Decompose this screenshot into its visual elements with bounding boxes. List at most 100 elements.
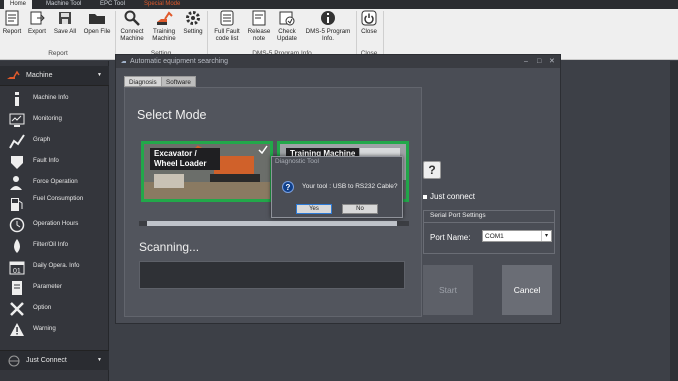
maximize-icon[interactable]: □ <box>537 55 541 68</box>
sidebar-item-label: Monitoring <box>33 115 62 122</box>
export-icon <box>28 10 46 26</box>
training-machine-label: Training Machine <box>152 28 176 42</box>
sidebar-header-machine[interactable]: Machine ▼ <box>0 66 109 86</box>
scanning-label: Scanning... <box>139 240 200 254</box>
sidebar-item-label: Operation Hours <box>33 220 79 227</box>
report-label: Report <box>2 28 22 35</box>
sidebar-item-label: Fuel Consumption <box>33 195 84 202</box>
setting-label: Setting <box>183 28 203 35</box>
sidebar-footer-label: Just Connect <box>26 357 67 364</box>
globe-icon <box>8 355 20 367</box>
release-note-button[interactable]: Release note <box>246 10 272 42</box>
chevron-down-icon[interactable]: ▾ <box>541 231 551 241</box>
sidebar-footer-just-connect[interactable]: Just Connect ▼ <box>0 350 109 370</box>
scrollbar-thumb[interactable] <box>147 221 397 226</box>
open-file-label: Open File <box>83 28 111 35</box>
cancel-button[interactable]: Cancel <box>502 265 552 315</box>
group-divider <box>207 11 208 58</box>
note-icon <box>250 10 268 26</box>
gear-icon <box>184 10 202 26</box>
power-icon <box>360 10 378 26</box>
no-button[interactable]: No <box>342 204 378 214</box>
clock-icon <box>9 217 25 233</box>
sidebar-item-fuel-consumption[interactable]: Fuel Consumption <box>0 194 109 214</box>
start-button[interactable]: Start <box>423 265 473 315</box>
magnifier-icon <box>123 10 141 26</box>
save-icon <box>56 10 74 26</box>
select-mode-title: Select Mode <box>137 108 207 122</box>
just-connect-checkbox[interactable]: Just connect <box>423 192 475 201</box>
sidebar-item-label: Fault Info <box>33 157 59 164</box>
setting-button[interactable]: Setting <box>182 10 204 35</box>
sidebar-item-daily-opera-info[interactable]: 01 Daily Opera. Info <box>0 257 109 277</box>
training-machine-button[interactable]: Training Machine <box>150 10 178 42</box>
sidebar-item-label: Parameter <box>33 283 62 290</box>
dialog-message: Your tool : USB to RS232 Cable? <box>302 183 398 190</box>
mode-card-label: Excavator / Wheel Loader <box>150 148 220 170</box>
report-icon <box>3 10 21 26</box>
minimize-icon[interactable]: – <box>524 55 528 68</box>
checkmark-icon <box>258 145 268 154</box>
close-label: Close <box>361 28 377 35</box>
export-label: Export <box>28 28 46 35</box>
tools-icon <box>10 302 24 316</box>
calendar-icon: 01 <box>9 261 25 275</box>
connect-machine-button[interactable]: Connect Machine <box>118 10 146 42</box>
right-edge-panel <box>670 61 678 381</box>
full-fault-code-list-button[interactable]: Full Fault code list <box>210 10 244 42</box>
sidebar-header-label: Machine <box>26 72 53 79</box>
window-title: Automatic equipment searching <box>130 58 229 65</box>
mode-scrollbar[interactable] <box>139 221 409 226</box>
folder-icon <box>88 10 106 26</box>
fuel-icon <box>11 198 23 211</box>
sidebar-item-monitoring[interactable]: Monitoring <box>0 110 109 130</box>
sidebar-item-warning[interactable]: Warning <box>0 320 109 340</box>
tab-special-mode[interactable]: Special Mode <box>138 0 186 9</box>
group-divider <box>383 11 384 58</box>
sidebar-item-label: Filter/Oil Info <box>33 241 69 248</box>
info-icon <box>319 10 337 26</box>
sidebar-item-fault-info[interactable]: Fault Info <box>0 152 109 172</box>
app-icon <box>121 61 126 63</box>
checkbox-square[interactable] <box>423 194 427 199</box>
serial-port-title: Serial Port Settings <box>430 212 486 219</box>
report-button[interactable]: Report <box>2 10 22 35</box>
connect-machine-label: Connect Machine <box>120 28 144 42</box>
export-button[interactable]: Export <box>27 10 47 35</box>
sidebar-item-force-operation[interactable]: Force Operation <box>0 173 109 193</box>
open-file-button[interactable]: Open File <box>82 10 112 35</box>
question-icon: ? <box>282 181 294 193</box>
sidebar-item-filter-oil-info[interactable]: Filter/Oil Info <box>0 236 109 256</box>
tab-diagnosis[interactable]: Diagnosis <box>124 76 162 87</box>
help-button[interactable]: ? <box>423 161 441 179</box>
list-icon <box>218 10 236 26</box>
close-button[interactable]: Close <box>358 10 380 35</box>
sidebar-item-option[interactable]: Option <box>0 299 109 319</box>
document-icon <box>12 281 22 295</box>
port-name-select[interactable]: COM1 ▾ <box>482 230 552 242</box>
close-icon[interactable]: ✕ <box>549 55 555 68</box>
sidebar-item-machine-info[interactable]: Machine Info <box>0 89 109 109</box>
group-label-report: Report <box>48 50 68 57</box>
tab-software-update[interactable]: Software Update <box>161 76 196 97</box>
yes-button[interactable]: Yes <box>296 204 332 214</box>
mode-card-excavator[interactable]: Excavator / Wheel Loader <box>141 141 273 202</box>
sidebar-item-label: Machine Info <box>33 94 69 101</box>
sidebar-item-label: Graph <box>33 136 51 143</box>
divider <box>424 222 554 223</box>
person-icon <box>10 176 22 190</box>
check-update-button[interactable]: Check Update <box>274 10 300 42</box>
warning-icon <box>10 323 24 336</box>
tab-home[interactable]: Home <box>4 0 33 9</box>
sidebar-item-parameter[interactable]: Parameter <box>0 278 109 298</box>
dms5-program-info-label: DMS-5 Program Info. <box>305 28 351 42</box>
tab-machine-tool[interactable]: Machine Tool <box>40 0 87 9</box>
tab-epc-tool[interactable]: EPC Tool <box>94 0 131 9</box>
sidebar-item-graph[interactable]: Graph <box>0 131 109 151</box>
save-all-button[interactable]: Save All <box>52 10 78 35</box>
oil-drop-icon <box>14 239 20 253</box>
sidebar-item-operation-hours[interactable]: Operation Hours <box>0 215 109 235</box>
excavator-icon <box>155 10 173 26</box>
dms5-program-info-button[interactable]: DMS-5 Program Info. <box>302 10 354 42</box>
svg-text:01: 01 <box>13 268 21 275</box>
